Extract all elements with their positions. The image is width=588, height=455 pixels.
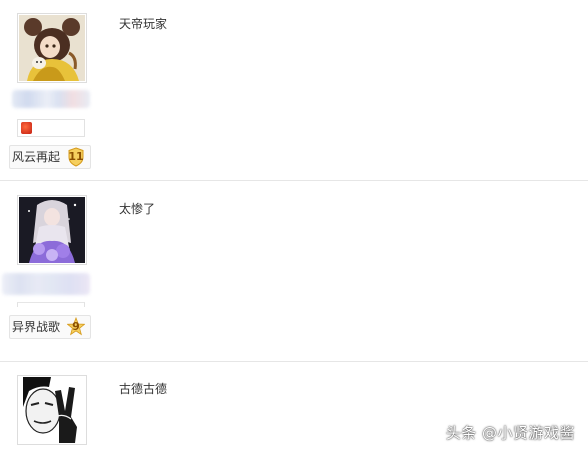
author-panel — [0, 362, 100, 455]
post-content: 天帝玩家 — [119, 17, 168, 31]
author-panel: 异界战歌 9 — [0, 181, 100, 361]
author-avatar[interactable] — [17, 375, 87, 445]
post-content: 古德古德 — [119, 382, 168, 396]
post-1: 风云再起 11 天帝玩家 — [0, 0, 588, 181]
author-username-blurred[interactable] — [12, 90, 90, 108]
member-badge-slot — [17, 119, 85, 137]
author-avatar[interactable] — [17, 13, 87, 83]
level-number: 11 — [68, 150, 84, 163]
post-2: 异界战歌 9 太惨了 — [0, 181, 588, 362]
level-tag-label: 风云再起 — [12, 150, 61, 164]
author-username-blurred[interactable] — [2, 273, 90, 295]
source-watermark: 头条 @小贤游戏酱 — [445, 424, 575, 442]
meme-face-victory-sign-avatar-icon — [19, 377, 85, 443]
forum-thread: 风云再起 11 天帝玩家 异界战歌 9 太惨了 古德古德 头条 @小贤游戏酱 — [0, 0, 588, 455]
member-badge-slot — [17, 302, 85, 307]
anime-girl-purple-avatar-icon — [19, 197, 85, 263]
level-number: 9 — [72, 320, 80, 333]
level-shield-icon: 11 — [67, 147, 85, 167]
level-tag-label: 异界战歌 — [12, 320, 61, 334]
anime-girl-yellow-avatar-icon — [19, 15, 85, 81]
post-content: 太惨了 — [119, 202, 156, 216]
author-avatar[interactable] — [17, 195, 87, 265]
red-gift-icon — [21, 122, 32, 134]
game-level-tag[interactable]: 风云再起 11 — [9, 145, 91, 169]
game-level-tag[interactable]: 异界战歌 9 — [9, 315, 91, 339]
level-star-icon: 9 — [67, 317, 85, 337]
author-panel: 风云再起 11 — [0, 0, 100, 180]
